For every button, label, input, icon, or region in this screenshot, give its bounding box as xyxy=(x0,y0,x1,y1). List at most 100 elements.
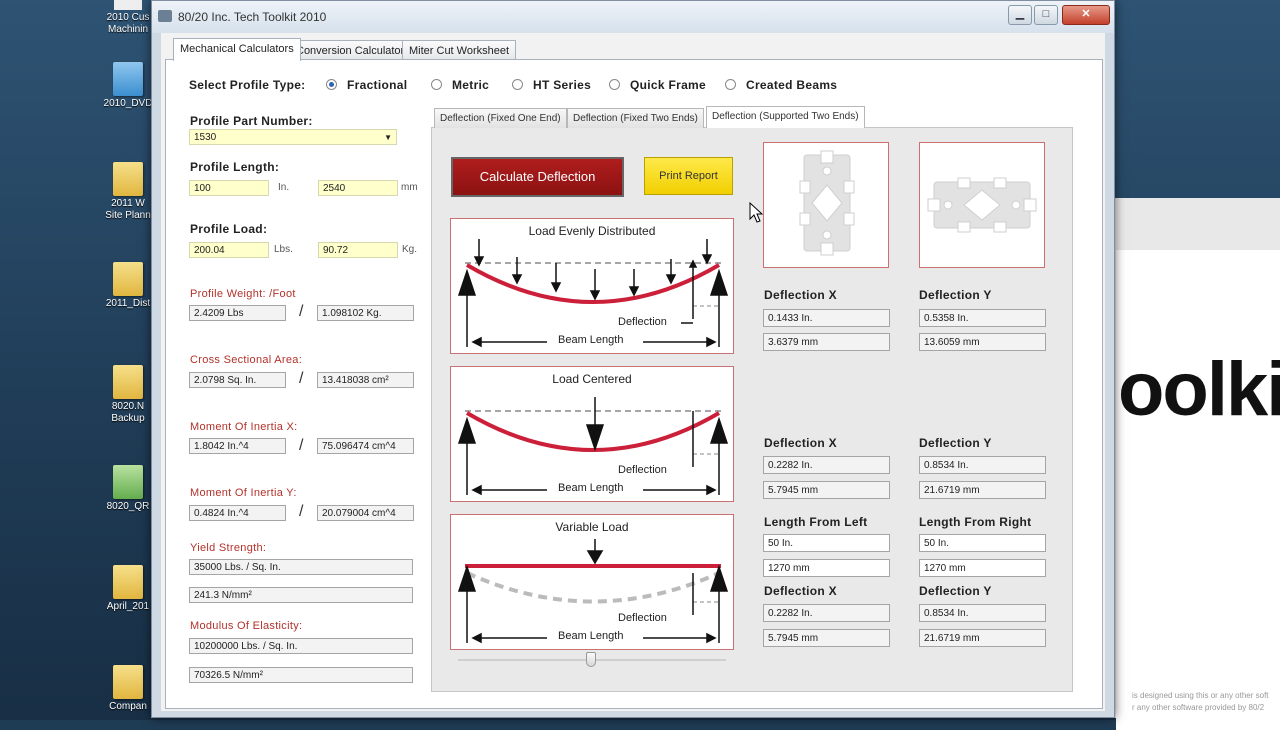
fine-print-line: is designed using this or any other soft xyxy=(1132,691,1269,700)
variable-deflection-y-label: Deflection Y xyxy=(919,584,992,598)
centered-deflection-x-in-output: 0.2282 In. xyxy=(763,456,890,474)
evenly-deflection-y-label: Deflection Y xyxy=(919,288,992,302)
calculate-deflection-button[interactable]: Calculate Deflection xyxy=(451,157,624,197)
evenly-deflection-x-in-output: 0.1433 In. xyxy=(763,309,890,327)
desktop-icon-2010-custom-machining[interactable]: 2010 Cus Machinin xyxy=(98,0,158,36)
variable-deflection-x-in-output: 0.2282 In. xyxy=(763,604,890,622)
radio-unselected-icon xyxy=(512,79,523,90)
desktop-icon-label: April_201 xyxy=(106,601,150,612)
profile-part-number-dropdown[interactable]: 1530 ▼ xyxy=(189,129,397,145)
moment-of-inertia-y-label: Moment Of Inertia Y: xyxy=(190,487,297,499)
profile-part-number-label: Profile Part Number: xyxy=(190,114,313,128)
yield-strength-imperial-output: 35000 Lbs. / Sq. In. xyxy=(189,559,413,575)
desktop-icon-2011-site-planning[interactable]: 2011 W Site Plann xyxy=(98,162,158,222)
profile-load-kg-input[interactable]: 90.72 xyxy=(318,242,398,258)
centered-deflection-y-mm-output: 21.6719 mm xyxy=(919,481,1046,499)
separator-slash: / xyxy=(299,303,304,320)
centered-deflection-x-label: Deflection X xyxy=(764,436,837,450)
beam-length-label: Beam Length xyxy=(558,482,624,494)
window-title: 80/20 Inc. Tech Toolkit 2010 xyxy=(178,10,327,24)
radio-ht-series[interactable]: HT Series xyxy=(512,78,591,92)
fine-print-line: r any other software provided by 80/2 xyxy=(1132,703,1265,712)
tab-miter-cut-worksheet[interactable]: Miter Cut Worksheet xyxy=(402,40,517,61)
diagram-variable-load: Variable Load Deflection Beam Length xyxy=(450,514,734,650)
cross-sectional-area-label: Cross Sectional Area: xyxy=(190,354,303,366)
subtab-supported-two-ends[interactable]: Deflection (Supported Two Ends) xyxy=(706,106,865,128)
length-from-right-mm-input[interactable]: 1270 mm xyxy=(919,559,1046,577)
radio-label: Quick Frame xyxy=(630,78,706,92)
chevron-down-icon: ▼ xyxy=(384,133,392,142)
length-from-right-label: Length From Right xyxy=(919,515,1032,529)
centered-deflection-y-label: Deflection Y xyxy=(919,436,992,450)
print-report-button[interactable]: Print Report xyxy=(644,157,733,195)
separator-slash: / xyxy=(299,503,304,520)
desktop-icon-8020-backup[interactable]: 8020.N Backup xyxy=(98,365,158,425)
deflection-label: Deflection xyxy=(618,612,667,624)
tab-mechanical-calculators[interactable]: Mechanical Calculators xyxy=(173,38,301,61)
radio-metric[interactable]: Metric xyxy=(431,78,489,92)
centered-deflection-y-in-output: 0.8534 In. xyxy=(919,456,1046,474)
tab-conversion-calculator[interactable]: Conversion Calculator xyxy=(289,40,412,61)
centered-deflection-x-mm-output: 5.7945 mm xyxy=(763,481,890,499)
cross-sectional-area-cm-output: 13.418038 cm² xyxy=(317,372,414,388)
length-from-right-in-input[interactable]: 50 In. xyxy=(919,534,1046,552)
variable-deflection-x-mm-output: 5.7945 mm xyxy=(763,629,890,647)
document-icon xyxy=(114,0,142,10)
desktop-icon-8020-qr[interactable]: 8020_QR xyxy=(98,465,158,513)
length-from-left-mm-input[interactable]: 1270 mm xyxy=(763,559,890,577)
close-button[interactable]: ✕ xyxy=(1062,5,1110,25)
title-bar[interactable]: 80/20 Inc. Tech Toolkit 2010 ▁ □ ✕ xyxy=(152,1,1114,33)
background-window[interactable]: oolki is designed using this or any othe… xyxy=(1100,198,1280,730)
desktop-icon-label: 2011 W Site Plann xyxy=(105,198,151,221)
moment-of-inertia-x-in-output: 1.8042 In.^4 xyxy=(189,438,286,454)
modulus-of-elasticity-label: Modulus Of Elasticity: xyxy=(190,620,303,632)
unit-mm: mm xyxy=(401,182,418,193)
length-from-left-in-input[interactable]: 50 In. xyxy=(763,534,890,552)
profile-load-label: Profile Load: xyxy=(190,222,268,236)
modulus-of-elasticity-imperial-output: 10200000 Lbs. / Sq. In. xyxy=(189,638,413,654)
length-from-left-label: Length From Left xyxy=(764,515,868,529)
subtab-fixed-one-end[interactable]: Deflection (Fixed One End) xyxy=(434,108,567,128)
desktop-icon-april[interactable]: April_201 xyxy=(98,565,158,613)
radio-selected-icon xyxy=(326,79,337,90)
unit-kg: Kg. xyxy=(402,244,418,255)
radio-label: Created Beams xyxy=(746,78,838,92)
profile-load-lbs-input[interactable]: 200.04 xyxy=(189,242,269,258)
mouse-cursor-icon xyxy=(749,202,763,223)
desktop-icon-2010-dvd[interactable]: 2010_DVD xyxy=(98,62,158,110)
radio-label: Fractional xyxy=(347,78,408,92)
profile-weight-label: Profile Weight: /Foot xyxy=(190,288,296,300)
deflection-label: Deflection xyxy=(618,464,667,476)
moment-of-inertia-x-label: Moment Of Inertia X: xyxy=(190,421,298,433)
deflection-label: Deflection xyxy=(618,316,667,328)
radio-quick-frame[interactable]: Quick Frame xyxy=(609,78,706,92)
profile-type-label: Select Profile Type: xyxy=(189,78,306,92)
beam-length-label: Beam Length xyxy=(558,630,624,642)
yield-strength-label: Yield Strength: xyxy=(190,542,267,554)
maximize-button[interactable]: □ xyxy=(1034,5,1058,25)
separator-slash: / xyxy=(299,370,304,387)
background-window-fine-print: is designed using this or any other soft… xyxy=(1132,690,1269,714)
profile-length-in-input[interactable]: 100 xyxy=(189,180,269,196)
beam-length-label: Beam Length xyxy=(558,334,624,346)
diagram-load-evenly-distributed: Load Evenly Distributed Deflection Beam … xyxy=(450,218,734,354)
separator-slash: / xyxy=(299,437,304,454)
desktop-icon-company[interactable]: Compan xyxy=(98,665,158,713)
radio-fractional[interactable]: Fractional xyxy=(326,78,407,92)
folder-icon xyxy=(113,565,143,599)
background-window-content: oolki is designed using this or any othe… xyxy=(1116,250,1280,730)
load-position-slider-thumb[interactable] xyxy=(586,652,596,667)
diagram-load-centered: Load Centered Deflection Beam Length xyxy=(450,366,734,502)
background-window-banner-text: oolki xyxy=(1118,347,1280,432)
subtab-fixed-two-ends[interactable]: Deflection (Fixed Two Ends) xyxy=(567,108,704,128)
profile-cross-section-x xyxy=(763,142,889,268)
desktop-icon-2011-dist[interactable]: 2011_Dist xyxy=(98,262,158,310)
minimize-button[interactable]: ▁ xyxy=(1008,5,1032,25)
folder-icon xyxy=(113,262,143,296)
evenly-deflection-x-label: Deflection X xyxy=(764,288,837,302)
profile-length-mm-input[interactable]: 2540 xyxy=(318,180,398,196)
desktop-icon-label: 8020_QR xyxy=(106,501,150,512)
radio-created-beams[interactable]: Created Beams xyxy=(725,78,837,92)
variable-deflection-x-label: Deflection X xyxy=(764,584,837,598)
qr-file-icon xyxy=(113,465,143,499)
